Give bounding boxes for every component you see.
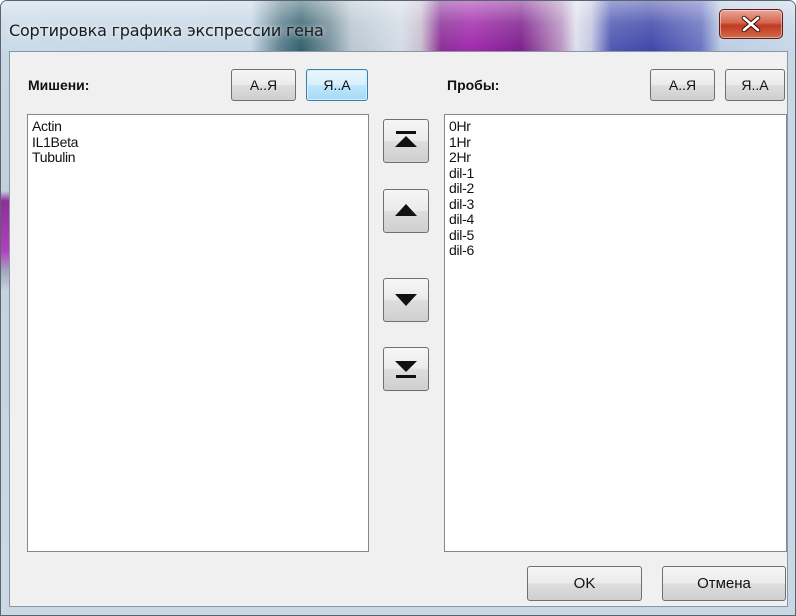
samples-listbox[interactable]: 0Hr 1Hr 2Hr dil-1 dil-2 dil-3 dil-4 dil-… <box>444 114 787 552</box>
window-left-border <box>1 51 9 615</box>
move-down-icon <box>395 294 417 306</box>
targets-sort-desc-button[interactable]: Я..А <box>306 69 368 101</box>
list-item[interactable]: 0Hr <box>449 118 786 135</box>
move-down-button[interactable] <box>383 278 429 322</box>
move-to-top-button[interactable] <box>383 119 429 163</box>
ok-button[interactable]: OK <box>527 566 642 601</box>
window-bottom-border <box>1 607 795 615</box>
cancel-button[interactable]: Отмена <box>662 566 786 601</box>
samples-sort-asc-button[interactable]: А..Я <box>650 69 715 101</box>
targets-listbox[interactable]: Actin IL1Beta Tubulin <box>27 114 369 552</box>
move-up-icon <box>395 204 417 216</box>
list-item[interactable]: dil-4 <box>449 211 786 228</box>
samples-sort-desc-button[interactable]: Я..А <box>725 69 785 101</box>
move-to-bottom-icon <box>395 361 417 378</box>
list-item[interactable]: IL1Beta <box>32 134 368 151</box>
title-bar[interactable]: Сортировка графика экспрессии гена <box>1 1 795 51</box>
list-item[interactable]: dil-2 <box>449 180 786 197</box>
samples-label: Пробы: <box>447 77 500 93</box>
list-item[interactable]: dil-3 <box>449 196 786 213</box>
list-item[interactable]: dil-1 <box>449 165 786 182</box>
targets-label: Мишени: <box>28 77 90 93</box>
list-item[interactable]: dil-6 <box>449 242 786 259</box>
move-up-button[interactable] <box>383 189 429 233</box>
close-button[interactable] <box>719 9 783 39</box>
list-item[interactable]: Actin <box>32 118 368 135</box>
window-right-border <box>788 51 795 615</box>
targets-sort-asc-button[interactable]: А..Я <box>231 69 296 101</box>
list-item[interactable]: 1Hr <box>449 134 786 151</box>
list-item[interactable]: dil-5 <box>449 227 786 244</box>
move-to-top-icon <box>395 131 417 147</box>
window-title: Сортировка графика экспрессии гена <box>9 21 324 40</box>
move-to-bottom-button[interactable] <box>383 347 429 391</box>
list-item[interactable]: 2Hr <box>449 149 786 166</box>
list-item[interactable]: Tubulin <box>32 149 368 166</box>
close-icon <box>741 15 761 33</box>
dialog-window: Сортировка графика экспрессии гена Мишен… <box>0 0 796 616</box>
